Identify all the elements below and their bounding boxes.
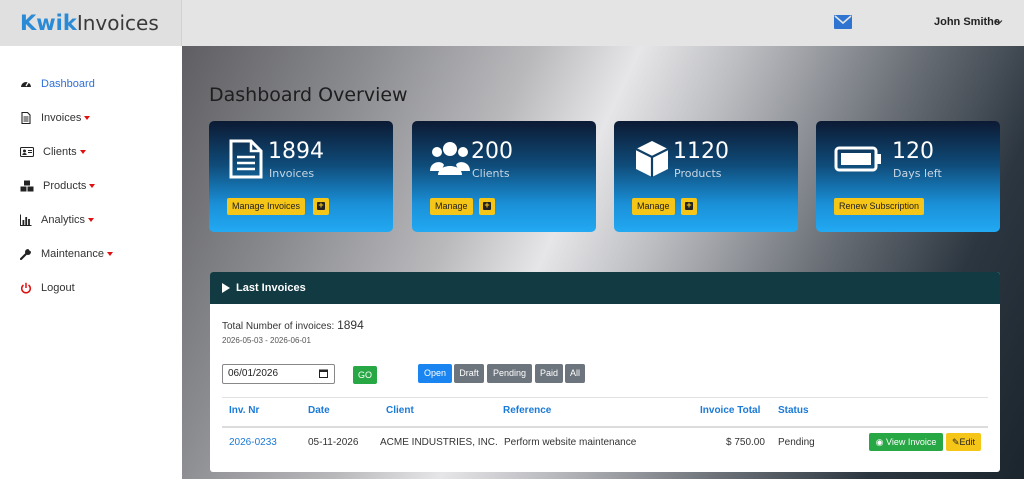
- filter-draft-button[interactable]: Draft: [454, 364, 484, 383]
- file-text-icon: [229, 139, 263, 179]
- stat-label: Days left: [893, 167, 942, 180]
- add-invoice-button[interactable]: [313, 198, 329, 215]
- column-header[interactable]: Client: [386, 405, 414, 416]
- caret-right-icon: [222, 283, 230, 293]
- stat-card-products: 1120 Products Manage: [614, 121, 798, 232]
- main-content: Dashboard Overview 1894 Invoices Manage …: [182, 46, 1024, 479]
- invoice-client: ACME INDUSTRIES, INC.: [380, 437, 498, 448]
- column-header[interactable]: Invoice Total: [700, 405, 760, 416]
- filter-all-button[interactable]: All: [565, 364, 585, 383]
- calendar-icon[interactable]: [319, 369, 328, 378]
- sidebar: Dashboard Invoices Clients Products Anal…: [0, 46, 182, 479]
- table-header-divider: [222, 426, 988, 428]
- caret-down-icon: [89, 184, 96, 188]
- caret-down-icon: [107, 252, 113, 256]
- caret-down-icon: [88, 218, 95, 222]
- stat-label: Products: [674, 167, 722, 180]
- power-icon: [21, 282, 31, 294]
- manage-products-button[interactable]: Manage: [632, 198, 675, 215]
- panel-header[interactable]: Last Invoices: [210, 272, 1000, 304]
- cube-icon: [635, 141, 669, 177]
- logo-invoices-text: Invoices: [76, 11, 159, 35]
- sidebar-item-analytics[interactable]: Analytics: [20, 210, 95, 230]
- renew-subscription-button[interactable]: Renew Subscription: [834, 198, 925, 215]
- logo[interactable]: KwikInvoices: [20, 10, 159, 36]
- sidebar-item-label: Maintenance: [41, 248, 104, 260]
- add-client-button[interactable]: [479, 198, 495, 215]
- invoice-reference: Perform website maintenance: [504, 437, 637, 448]
- invoice-total: $ 750.00: [726, 437, 765, 448]
- manage-clients-button[interactable]: Manage: [430, 198, 473, 215]
- caret-down-icon: [79, 150, 86, 154]
- panel-title: Last Invoices: [236, 282, 306, 294]
- column-header[interactable]: Inv. Nr: [229, 405, 259, 416]
- user-menu[interactable]: John Smithe: [934, 16, 1000, 28]
- envelope-icon[interactable]: [834, 14, 852, 30]
- add-product-button[interactable]: [681, 198, 697, 215]
- caret-down-icon: [84, 116, 91, 120]
- column-header[interactable]: Reference: [503, 405, 551, 416]
- pencil-icon: ✎: [951, 437, 960, 447]
- sidebar-item-label: Clients: [43, 146, 77, 158]
- date-range: 2026-05-03 - 2026-06-01: [222, 336, 311, 345]
- stat-value: 1894: [268, 139, 324, 164]
- sidebar-item-dashboard[interactable]: Dashboard: [20, 74, 95, 94]
- filter-paid-button[interactable]: Paid: [535, 364, 563, 383]
- eye-icon: ◉: [875, 437, 884, 447]
- total-invoices-text: Total Number of invoices: 1894: [222, 318, 364, 332]
- column-header[interactable]: Date: [308, 405, 330, 416]
- sidebar-item-clients[interactable]: Clients: [20, 142, 86, 162]
- sidebar-item-label: Logout: [41, 282, 75, 294]
- view-invoice-button[interactable]: ◉ View Invoice: [869, 433, 943, 451]
- filter-pending-button[interactable]: Pending: [487, 364, 532, 383]
- invoice-status: Pending: [778, 437, 815, 448]
- tachometer-icon: [21, 81, 31, 87]
- table-top-divider: [222, 397, 988, 398]
- go-button[interactable]: GO: [353, 366, 377, 384]
- stat-value: 120: [892, 139, 934, 164]
- manage-invoices-button[interactable]: Manage Invoices: [227, 198, 306, 215]
- bar-chart-icon: [20, 214, 32, 226]
- file-text-icon: [21, 112, 31, 124]
- view-invoice-label: View Invoice: [886, 437, 937, 447]
- stat-card-clients: 200 Clients Manage: [412, 121, 596, 232]
- logo-area: KwikInvoices: [0, 0, 182, 46]
- users-icon: [430, 142, 470, 175]
- stat-label: Invoices: [269, 167, 315, 180]
- stat-value: 1120: [673, 139, 729, 164]
- sidebar-item-label: Invoices: [41, 112, 82, 124]
- battery-full-icon: [834, 146, 881, 172]
- chevron-down-icon[interactable]: [995, 18, 1003, 26]
- stat-label: Clients: [472, 167, 510, 180]
- sidebar-item-products[interactable]: Products: [20, 176, 96, 196]
- sidebar-item-label: Dashboard: [41, 78, 95, 90]
- stat-card-subscription: 120 Days left Renew Subscription: [816, 121, 1000, 232]
- sidebar-item-invoices[interactable]: Invoices: [20, 108, 91, 128]
- invoice-number-link[interactable]: 2026-0233: [229, 437, 277, 448]
- column-header[interactable]: Status: [778, 405, 809, 416]
- id-card-icon: [20, 146, 34, 158]
- page-title: Dashboard Overview: [209, 84, 408, 106]
- invoice-date: 05-11-2026: [308, 437, 359, 448]
- total-value: 1894: [337, 318, 364, 332]
- filter-open-button[interactable]: Open: [418, 364, 452, 383]
- sidebar-item-label: Analytics: [41, 214, 86, 226]
- sidebar-item-label: Products: [43, 180, 87, 192]
- stat-card-invoices: 1894 Invoices Manage Invoices: [209, 121, 393, 232]
- sidebar-item-logout[interactable]: Logout: [20, 278, 75, 298]
- edit-label: Edit: [959, 437, 976, 447]
- total-label: Total Number of invoices:: [222, 321, 335, 332]
- top-bar: KwikInvoices John Smithe: [0, 0, 1024, 46]
- logo-kwik-text: Kwik: [20, 11, 77, 35]
- edit-invoice-button[interactable]: ✎Edit: [946, 433, 981, 451]
- last-invoices-panel: Last Invoices Total Number of invoices: …: [210, 272, 1000, 472]
- wrench-icon: [20, 248, 32, 260]
- sidebar-item-maintenance[interactable]: Maintenance: [20, 244, 113, 264]
- cubes-icon: [20, 180, 34, 192]
- stat-value: 200: [471, 139, 513, 164]
